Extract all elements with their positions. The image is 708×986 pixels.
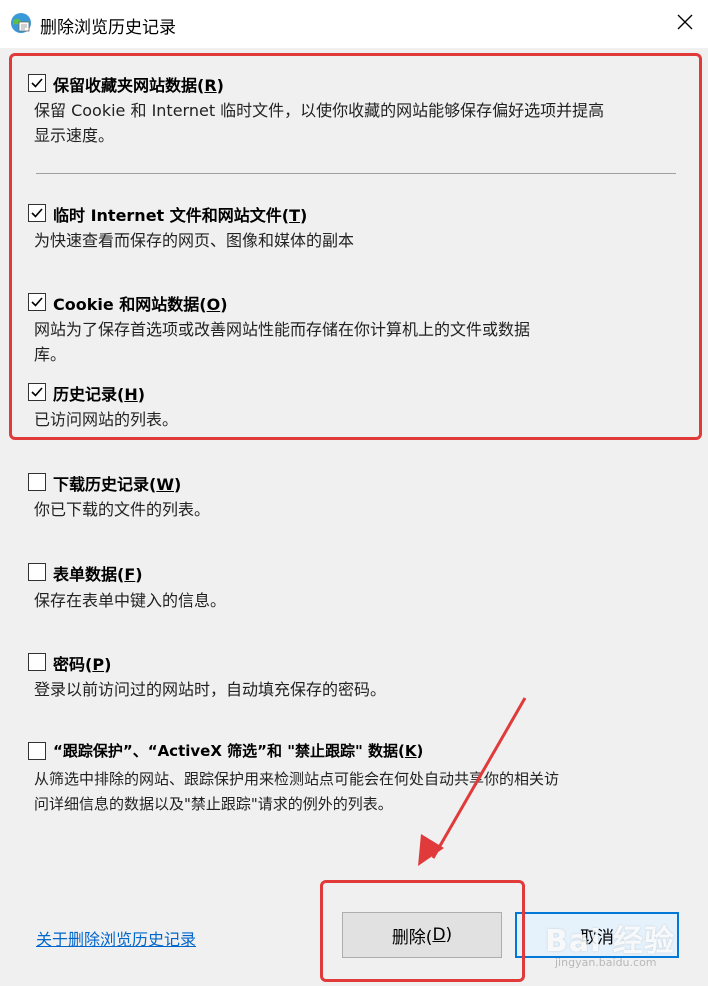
arrow-annotation-icon	[418, 697, 527, 866]
watermark-url: jingyan.baidu.com	[555, 956, 657, 969]
watermark-logo: Bai 经验	[545, 924, 675, 959]
